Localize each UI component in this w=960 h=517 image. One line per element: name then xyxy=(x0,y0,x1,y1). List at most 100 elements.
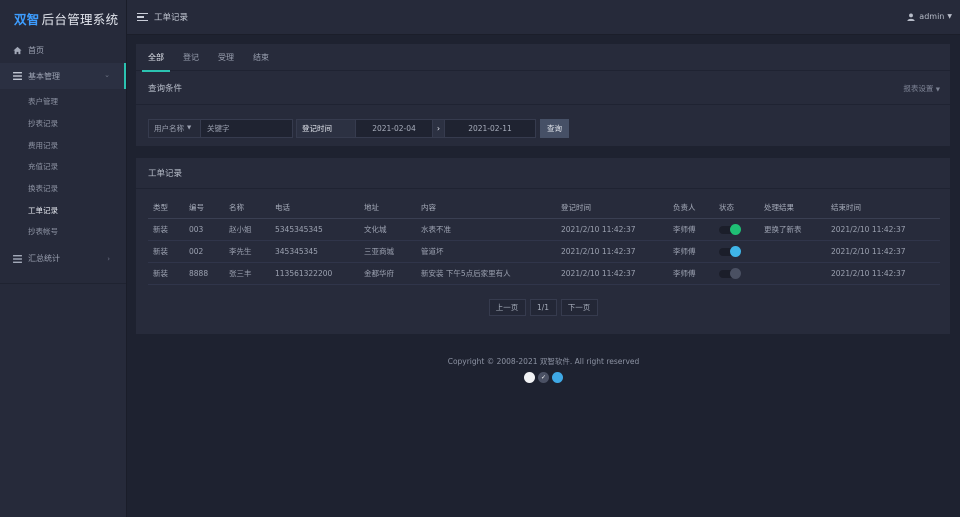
cell-result: 更换了新表 xyxy=(759,218,826,241)
cell-name: 张三丰 xyxy=(224,262,270,285)
date-to-input[interactable]: 2021-02-11 xyxy=(444,118,536,138)
table-row[interactable]: 新装 8888 张三丰 113561322200 金都华府 新安装 下午5点后家… xyxy=(148,262,940,285)
cell-address: 金都华府 xyxy=(359,262,416,285)
sidebar-item-home[interactable]: 首页 xyxy=(0,38,126,62)
cell-status xyxy=(714,262,759,285)
list-icon xyxy=(11,254,23,264)
work-order-title: 工单记录 xyxy=(136,158,950,189)
tab-accepted[interactable]: 受理 xyxy=(212,44,240,71)
status-tabs: 全部 登记 受理 结束 xyxy=(136,44,950,72)
column-header: 名称 xyxy=(224,197,270,219)
query-title: 查询条件 xyxy=(148,83,183,94)
cell-end-time: 2021/2/10 11:42:37 xyxy=(826,240,940,263)
date-range-label: 登记时间 xyxy=(296,118,356,138)
list-icon xyxy=(11,71,23,81)
cell-result xyxy=(759,240,826,263)
column-header: 电话 xyxy=(270,197,359,219)
column-header: 结束时间 xyxy=(826,197,940,219)
cell-address: 三亚商城 xyxy=(359,240,416,263)
cell-type: 新装 xyxy=(148,262,184,285)
user-menu[interactable]: admin ▼ xyxy=(907,12,952,21)
caret-down-icon: ▼ xyxy=(187,125,192,131)
cell-reg-time: 2021/2/10 11:42:37 xyxy=(556,240,668,263)
cell-result xyxy=(759,262,826,285)
caret-down-icon: ▼ xyxy=(935,87,940,93)
column-header: 登记时间 xyxy=(556,197,668,219)
user-icon xyxy=(907,12,915,21)
caret-down-icon: ▼ xyxy=(947,13,952,20)
theme-blue-dot[interactable] xyxy=(552,372,563,383)
sidebar-divider xyxy=(0,282,126,284)
theme-dark-dot[interactable]: ✓ xyxy=(538,372,549,383)
sidebar-item-basic[interactable]: 基本管理 ⌄ xyxy=(0,63,126,89)
sidebar-subitem-reading-records[interactable]: 抄表记录 xyxy=(0,113,126,135)
cell-owner: 李师傅 xyxy=(668,262,714,285)
date-from-input[interactable]: 2021-02-04 xyxy=(355,118,433,138)
tab-register[interactable]: 登记 xyxy=(177,44,205,71)
sidebar-item-label: 首页 xyxy=(28,45,44,55)
cell-content: 管道坏 xyxy=(416,240,556,263)
theme-light-dot[interactable] xyxy=(524,372,535,383)
keyword-input[interactable]: 关键字 xyxy=(200,118,293,138)
status-indicator xyxy=(730,268,741,279)
cell-reg-time: 2021/2/10 11:42:37 xyxy=(556,218,668,241)
column-header: 地址 xyxy=(359,197,416,219)
cell-phone: 5345345345 xyxy=(270,218,359,241)
report-settings-dropdown[interactable]: 报表设置 ▼ xyxy=(903,83,940,94)
cell-status xyxy=(714,240,759,263)
column-header: 负责人 xyxy=(668,197,714,219)
sidebar-subitem-meter-users[interactable]: 表户管理 xyxy=(0,91,126,113)
column-header: 类型 xyxy=(148,197,184,219)
theme-switcher: ✓ xyxy=(127,372,960,383)
user-name: admin xyxy=(919,12,945,21)
sidebar-item-label: 汇总统计 xyxy=(28,254,60,264)
field-select[interactable]: 用户名称 ▼ xyxy=(148,118,201,138)
sidebar-subitem-recharge-records[interactable]: 充值记录 xyxy=(0,156,126,178)
sidebar-subitem-replace-records[interactable]: 换表记录 xyxy=(0,178,126,200)
chevron-down-icon: ⌄ xyxy=(104,71,110,79)
table-row[interactable]: 新装 003 赵小姐 5345345345 文化城 水表不准 2021/2/10… xyxy=(148,218,940,241)
sidebar-item-summary[interactable]: 汇总统计 › xyxy=(0,247,126,271)
tab-finished[interactable]: 结束 xyxy=(247,44,275,71)
status-toggle[interactable] xyxy=(719,268,741,279)
column-header: 处理结果 xyxy=(759,197,826,219)
sidebar: 双智 后台管理系统 首页 基本管理 ⌄ 表户管理 抄表记录 费用记录 充值记录 … xyxy=(0,0,127,517)
query-card: 全部 登记 受理 结束 查询条件 报表设置 ▼ 用户名称 ▼ 关键字 登记时间 2… xyxy=(136,44,950,146)
prev-page-button[interactable]: 上一页 xyxy=(488,298,526,316)
cell-end-time: 2021/2/10 11:42:37 xyxy=(826,218,940,241)
cell-id: 002 xyxy=(184,240,224,263)
status-toggle[interactable] xyxy=(719,246,741,257)
column-header: 内容 xyxy=(416,197,556,219)
status-toggle[interactable] xyxy=(719,224,741,235)
cell-id: 003 xyxy=(184,218,224,241)
cell-name: 赵小姐 xyxy=(224,218,270,241)
cell-type: 新装 xyxy=(148,218,184,241)
cell-name: 李先生 xyxy=(224,240,270,263)
logo-title: 后台管理系统 xyxy=(41,11,119,27)
sidebar-subitem-reader-accounts[interactable]: 抄表帐号 xyxy=(0,221,126,243)
cell-type: 新装 xyxy=(148,240,184,263)
sidebar-submenu: 表户管理 抄表记录 费用记录 充值记录 换表记录 工单记录 抄表帐号 xyxy=(0,89,126,247)
page-indicator: 1/1 xyxy=(529,298,557,316)
work-order-card: 工单记录 类型 编号 名称 电话 地址 内容 登记时间 负责人 状态 处理结果 … xyxy=(136,158,950,334)
cell-address: 文化城 xyxy=(359,218,416,241)
cell-status xyxy=(714,218,759,241)
copyright-text: Copyright © 2008-2021 双智软件. All right re… xyxy=(447,357,640,366)
main-content: 全部 登记 受理 结束 查询条件 报表设置 ▼ 用户名称 ▼ 关键字 登记时间 2… xyxy=(136,44,950,334)
app-logo: 双智 后台管理系统 xyxy=(0,0,126,36)
cell-end-time: 2021/2/10 11:42:37 xyxy=(826,262,940,285)
cell-owner: 李师傅 xyxy=(668,240,714,263)
search-button[interactable]: 查询 xyxy=(540,118,569,138)
sidebar-subitem-fee-records[interactable]: 费用记录 xyxy=(0,134,126,156)
next-page-button[interactable]: 下一页 xyxy=(560,298,598,316)
cell-phone: 113561322200 xyxy=(270,262,359,285)
chevron-right-icon: › xyxy=(107,254,110,263)
filter-bar: 用户名称 ▼ 关键字 登记时间 2021-02-04 › 2021-02-11 查… xyxy=(136,105,950,143)
query-header: 查询条件 报表设置 ▼ xyxy=(136,71,950,105)
menu-toggle-icon[interactable] xyxy=(137,12,148,22)
table-row[interactable]: 新装 002 李先生 345345345 三亚商城 管道坏 2021/2/10 … xyxy=(148,240,940,263)
field-select-value: 用户名称 xyxy=(154,123,184,133)
sidebar-subitem-work-orders[interactable]: 工单记录 xyxy=(0,199,126,221)
tab-all[interactable]: 全部 xyxy=(142,44,170,72)
cell-id: 8888 xyxy=(184,262,224,285)
